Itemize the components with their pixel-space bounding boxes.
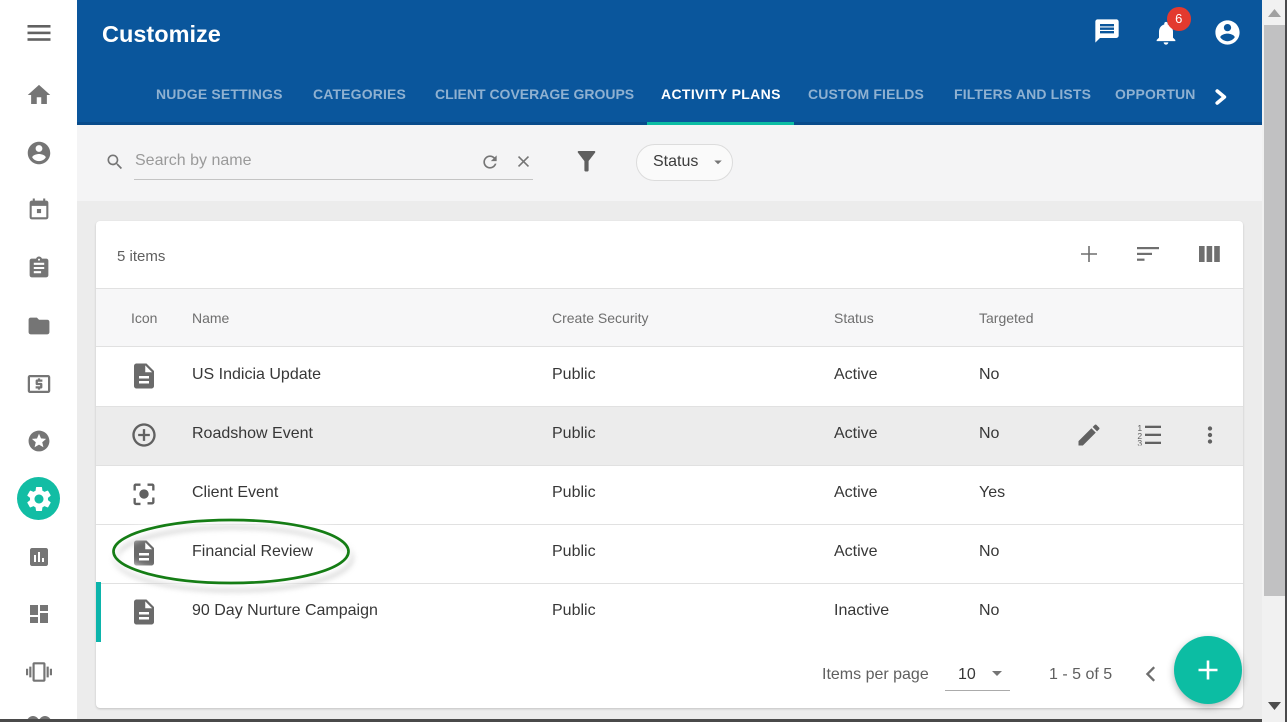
svg-text:3: 3 <box>1137 438 1142 446</box>
